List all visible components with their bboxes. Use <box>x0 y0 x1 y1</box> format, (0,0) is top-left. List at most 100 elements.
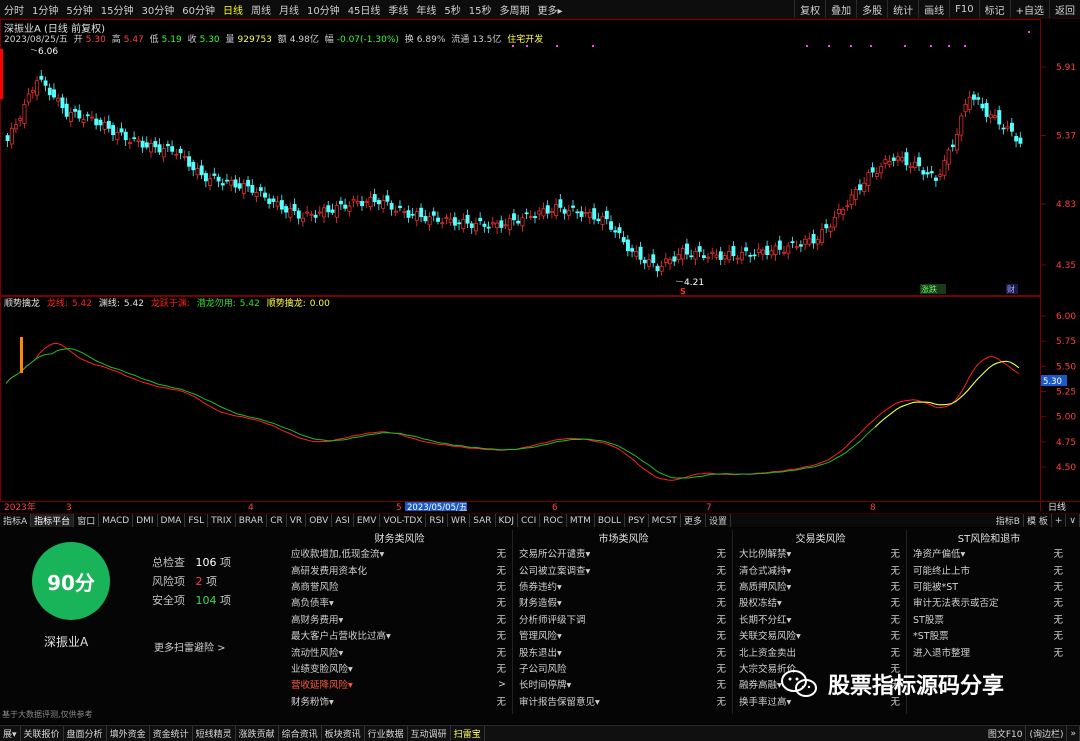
indicator-tab[interactable]: WR <box>448 514 471 527</box>
risk-item[interactable]: 高研发费用资本化 无 <box>287 561 512 577</box>
risk-item[interactable]: 关联交易风险▾ 无 <box>735 627 906 643</box>
indicator-tab[interactable]: SAR <box>470 514 496 527</box>
tool-button[interactable]: 复权 <box>794 0 825 18</box>
risk-item[interactable]: 审计无法表示或否定 无 <box>909 594 1069 610</box>
risk-item[interactable]: 财务造假▾ 无 <box>515 594 732 610</box>
tool-button[interactable]: 标记 <box>978 0 1010 18</box>
period-tab[interactable]: 多周期 <box>496 2 534 17</box>
period-tab[interactable]: 15秒 <box>465 2 496 17</box>
risk-item[interactable]: 营收延降风险▾ > <box>287 676 512 692</box>
period-tab[interactable]: 5秒 <box>440 2 464 17</box>
risk-item[interactable]: 可能终止上市 无 <box>909 561 1069 577</box>
indicator-tab[interactable]: 更多 <box>681 514 706 527</box>
period-tab[interactable]: 45日线 <box>344 2 385 17</box>
period-tab[interactable]: 60分钟 <box>178 2 219 17</box>
period-tab[interactable]: 季线 <box>384 2 412 17</box>
tool-button[interactable]: 画线 <box>918 0 949 18</box>
indicator-tab[interactable]: DMA <box>158 514 186 527</box>
period-tab[interactable]: 周线 <box>247 2 275 17</box>
taskbar-right-item[interactable]: (询边栏) <box>1026 726 1068 741</box>
period-tab[interactable]: 日线 <box>219 2 247 17</box>
taskbar-item[interactable]: 板块资讯 <box>322 726 365 741</box>
indicator-tab-right[interactable]: + <box>1052 514 1067 527</box>
taskbar-right-item[interactable]: 图文F10 <box>985 726 1027 741</box>
indicator-tab[interactable]: BOLL <box>595 514 626 527</box>
indicator-tab[interactable]: CCI <box>518 514 541 527</box>
indicator-tab[interactable]: MCST <box>649 514 681 527</box>
period-tab[interactable]: 30分钟 <box>137 2 178 17</box>
risk-item[interactable]: 长期不分红▾ 无 <box>735 611 906 627</box>
period-tab[interactable]: 分时 <box>0 2 28 17</box>
indicator-tab[interactable]: RSI <box>426 514 449 527</box>
taskbar-item[interactable]: 短线精灵 <box>193 726 236 741</box>
indicator-tab[interactable]: ASI <box>332 514 354 527</box>
tool-button[interactable]: 叠加 <box>825 0 856 18</box>
period-tab[interactable]: 更多▸ <box>534 2 567 17</box>
taskbar-item[interactable]: 展▾ <box>0 726 21 741</box>
taskbar-item[interactable]: 涨跌贡献 <box>236 726 279 741</box>
risk-item[interactable]: 公司被立案调查▾ 无 <box>515 561 732 577</box>
indicator-tab[interactable]: CR <box>267 514 287 527</box>
risk-item[interactable]: 交易所公开谴责▾ 无 <box>515 545 732 561</box>
risk-item[interactable]: 分析师评级下调 无 <box>515 611 732 627</box>
tool-button[interactable]: F10 <box>949 0 978 18</box>
risk-item[interactable]: ST股票 无 <box>909 611 1069 627</box>
chart-area[interactable]: 5.91 5.37 4.83 4.35 6.00 5.75 5.50 5.25 5.00 4.7… <box>0 19 1080 513</box>
indicator-tab[interactable]: 窗口 <box>74 514 100 527</box>
risk-item[interactable]: 长时间停牌▾ 无 <box>515 676 732 692</box>
indicator-tab[interactable]: VR <box>287 514 307 527</box>
risk-item[interactable]: 大比例解禁▾ 无 <box>735 545 906 561</box>
period-tab[interactable]: 年线 <box>412 2 440 17</box>
indicator-tab[interactable]: KDJ <box>496 514 518 527</box>
indicator-tab[interactable]: OBV <box>306 514 333 527</box>
period-tab[interactable]: 月线 <box>275 2 303 17</box>
indicator-tab[interactable]: EMV <box>354 514 381 527</box>
more-scan-link[interactable]: 更多扫雷避险 > <box>154 639 226 654</box>
period-tab[interactable]: 5分钟 <box>62 2 96 17</box>
indicator-tab[interactable]: PSY <box>625 514 649 527</box>
risk-item[interactable]: 最大客户占营收比过高▾ 无 <box>287 627 512 643</box>
indicator-tab[interactable]: MACD <box>99 514 134 527</box>
tool-button[interactable]: 返回 <box>1049 0 1080 18</box>
risk-item[interactable]: 净资产偏低▾ 无 <box>909 545 1069 561</box>
risk-item[interactable]: 业绩变脸风险▾ 无 <box>287 660 512 676</box>
indicator-tab[interactable]: BRAR <box>236 514 268 527</box>
risk-item[interactable]: 高负债率▾ 无 <box>287 594 512 610</box>
risk-item[interactable]: 进入退市整理 无 <box>909 643 1069 659</box>
indicator-tab[interactable]: DMI <box>133 514 158 527</box>
indicator-tab[interactable]: ROC <box>540 514 567 527</box>
indicator-tab[interactable]: VOL-TDX <box>380 514 427 527</box>
risk-item[interactable]: 流动性风险▾ 无 <box>287 643 512 659</box>
risk-item[interactable]: 股东退出▾ 无 <box>515 643 732 659</box>
period-tab[interactable]: 10分钟 <box>303 2 344 17</box>
indicator-tab-right[interactable]: ∨ <box>1066 514 1080 527</box>
indicator-tab[interactable]: 设置 <box>706 514 731 527</box>
taskbar-item[interactable]: 关联报价 <box>21 726 64 741</box>
risk-item[interactable]: 子公司风险 无 <box>515 660 732 676</box>
indicator-name[interactable]: 顺势擒龙 <box>4 299 40 309</box>
risk-item[interactable]: 审计报告保留意见▾ 无 <box>515 693 732 709</box>
indicator-tab-right[interactable]: 指标B <box>993 514 1024 527</box>
risk-item[interactable]: 股权冻结▾ 无 <box>735 594 906 610</box>
risk-item[interactable]: *ST股票 无 <box>909 627 1069 643</box>
tool-button[interactable]: 多股 <box>856 0 887 18</box>
taskbar-item[interactable]: 盘面分析 <box>64 726 107 741</box>
risk-item[interactable]: 债券违约▾ 无 <box>515 578 732 594</box>
taskbar-item[interactable]: 综合资讯 <box>279 726 322 741</box>
risk-item[interactable]: 北上资金卖出 无 <box>735 643 906 659</box>
indicator-tab[interactable]: 指标A <box>0 514 32 527</box>
risk-item[interactable]: 高财务费用▾ 无 <box>287 611 512 627</box>
taskbar-item[interactable]: 资金统计 <box>150 726 193 741</box>
risk-item[interactable]: 高质押风险▾ 无 <box>735 578 906 594</box>
taskbar-item[interactable]: 填外资金 <box>107 726 150 741</box>
risk-item[interactable]: 管理风险▾ 无 <box>515 627 732 643</box>
indicator-tab-right[interactable]: 模 板 <box>1024 514 1052 527</box>
indicator-tab[interactable]: 指标平台 <box>31 514 75 527</box>
risk-item[interactable]: 高商誉风险 无 <box>287 578 512 594</box>
taskbar-item[interactable]: 互动调研 <box>408 726 451 741</box>
risk-item[interactable]: 应收款增加,低现金流▾ 无 <box>287 545 512 561</box>
taskbar-item[interactable]: 行业数据 <box>365 726 408 741</box>
indicator-tab[interactable]: FSL <box>185 514 209 527</box>
indicator-tab[interactable]: MTM <box>567 514 595 527</box>
taskbar-item[interactable]: 扫雷宝 <box>451 726 485 741</box>
